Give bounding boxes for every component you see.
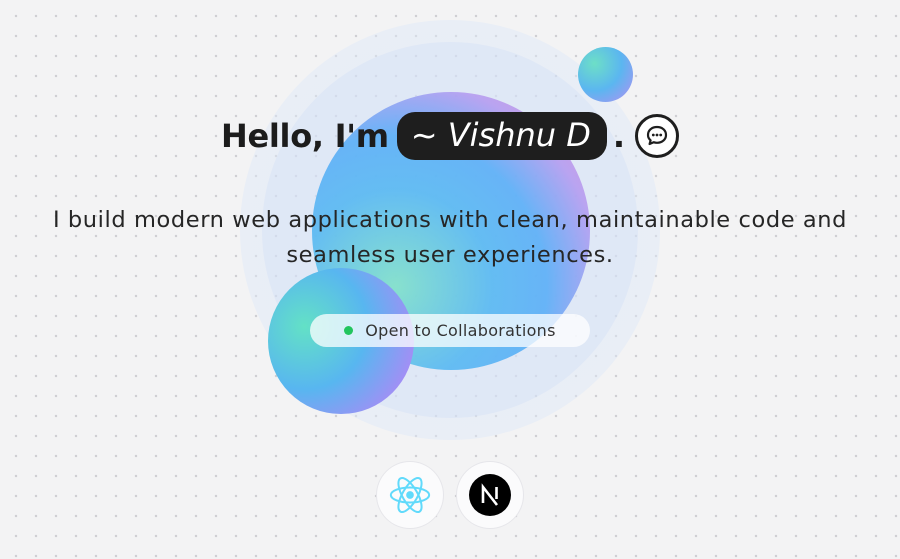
tagline-line-2: seamless user experiences. — [286, 242, 614, 268]
status-label: Open to Collaborations — [365, 321, 556, 340]
status-indicator-dot — [344, 326, 354, 335]
tech-nextjs-button[interactable] — [457, 462, 523, 528]
tagline-line-1: I build modern web applications with cle… — [52, 207, 848, 233]
gradient-orb-tiny — [578, 47, 633, 102]
name-badge: ~ Vishnu D — [396, 112, 607, 160]
hero-headline: Hello, I'm ~ Vishnu D . — [0, 112, 900, 160]
chat-button[interactable] — [635, 114, 679, 158]
nextjs-icon — [469, 474, 511, 516]
hero-tagline: I build modern web applications with cle… — [0, 203, 900, 273]
react-icon — [389, 476, 431, 514]
greeting-text: Hello, I'm — [220, 117, 389, 155]
chat-bubble-icon — [646, 125, 668, 146]
tech-react-button[interactable] — [377, 462, 443, 528]
headline-period: . — [612, 117, 625, 155]
status-badge: Open to Collaborations — [310, 314, 590, 347]
